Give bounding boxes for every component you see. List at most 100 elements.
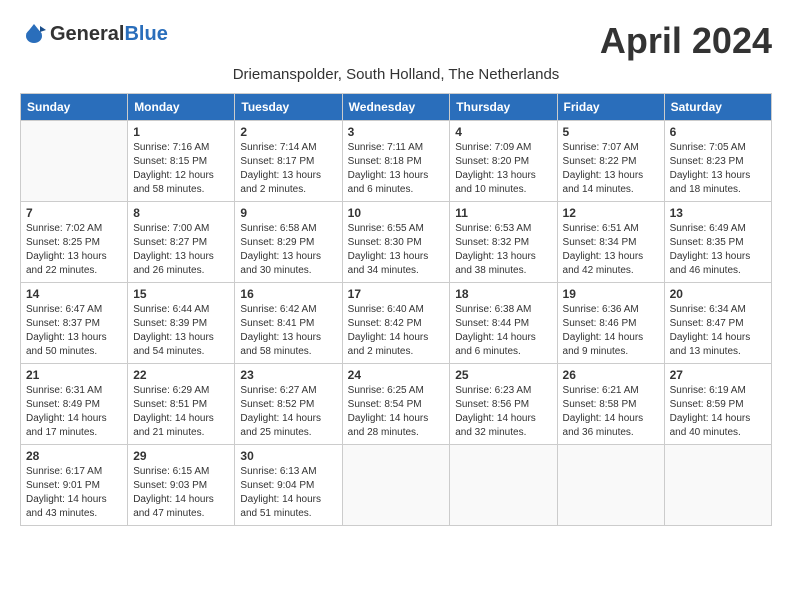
calendar-cell: 18 Sunrise: 6:38 AM Sunset: 8:44 PM Dayli… [450, 283, 557, 364]
day-info: Sunrise: 6:17 AM Sunset: 9:01 PM Dayligh… [26, 465, 122, 521]
calendar-cell: 22 Sunrise: 6:29 AM Sunset: 8:51 PM Dayli… [128, 364, 235, 445]
day-info: Sunrise: 6:38 AM Sunset: 8:44 PM Dayligh… [455, 303, 551, 359]
day-number: 19 [563, 287, 659, 301]
day-info: Sunrise: 6:44 AM Sunset: 8:39 PM Dayligh… [133, 303, 229, 359]
calendar-cell: 30 Sunrise: 6:13 AM Sunset: 9:04 PM Dayli… [235, 445, 342, 526]
day-info: Sunrise: 6:19 AM Sunset: 8:59 PM Dayligh… [670, 384, 766, 440]
day-number: 10 [348, 206, 445, 220]
calendar-cell: 23 Sunrise: 6:27 AM Sunset: 8:52 PM Dayli… [235, 364, 342, 445]
calendar-cell: 6 Sunrise: 7:05 AM Sunset: 8:23 PM Daylig… [664, 121, 771, 202]
day-info: Sunrise: 6:13 AM Sunset: 9:04 PM Dayligh… [240, 465, 336, 521]
calendar-cell: 11 Sunrise: 6:53 AM Sunset: 8:32 PM Dayli… [450, 202, 557, 283]
day-info: Sunrise: 6:25 AM Sunset: 8:54 PM Dayligh… [348, 384, 445, 440]
day-info: Sunrise: 6:27 AM Sunset: 8:52 PM Dayligh… [240, 384, 336, 440]
calendar-cell [342, 445, 450, 526]
day-info: Sunrise: 6:29 AM Sunset: 8:51 PM Dayligh… [133, 384, 229, 440]
day-info: Sunrise: 6:53 AM Sunset: 8:32 PM Dayligh… [455, 222, 551, 278]
logo-general-text: General [50, 23, 124, 46]
calendar-cell: 7 Sunrise: 7:02 AM Sunset: 8:25 PM Daylig… [21, 202, 128, 283]
calendar-cell [664, 445, 771, 526]
calendar-week-row: 28 Sunrise: 6:17 AM Sunset: 9:01 PM Dayli… [21, 445, 772, 526]
calendar-week-row: 21 Sunrise: 6:31 AM Sunset: 8:49 PM Dayli… [21, 364, 772, 445]
calendar-week-row: 7 Sunrise: 7:02 AM Sunset: 8:25 PM Daylig… [21, 202, 772, 283]
day-info: Sunrise: 7:02 AM Sunset: 8:25 PM Dayligh… [26, 222, 122, 278]
day-number: 12 [563, 206, 659, 220]
calendar-cell: 24 Sunrise: 6:25 AM Sunset: 8:54 PM Dayli… [342, 364, 450, 445]
weekday-header-saturday: Saturday [664, 94, 771, 121]
day-number: 20 [670, 287, 766, 301]
day-number: 9 [240, 206, 336, 220]
calendar-cell: 1 Sunrise: 7:16 AM Sunset: 8:15 PM Daylig… [128, 121, 235, 202]
day-number: 23 [240, 368, 336, 382]
day-number: 28 [26, 449, 122, 463]
calendar-cell: 2 Sunrise: 7:14 AM Sunset: 8:17 PM Daylig… [235, 121, 342, 202]
day-number: 25 [455, 368, 551, 382]
day-info: Sunrise: 6:55 AM Sunset: 8:30 PM Dayligh… [348, 222, 445, 278]
weekday-header-thursday: Thursday [450, 94, 557, 121]
day-info: Sunrise: 6:51 AM Sunset: 8:34 PM Dayligh… [563, 222, 659, 278]
calendar-cell [450, 445, 557, 526]
day-info: Sunrise: 6:40 AM Sunset: 8:42 PM Dayligh… [348, 303, 445, 359]
calendar-cell: 4 Sunrise: 7:09 AM Sunset: 8:20 PM Daylig… [450, 121, 557, 202]
logo-icon [20, 20, 48, 48]
day-info: Sunrise: 7:14 AM Sunset: 8:17 PM Dayligh… [240, 141, 336, 197]
day-number: 4 [455, 125, 551, 139]
day-number: 1 [133, 125, 229, 139]
day-info: Sunrise: 7:05 AM Sunset: 8:23 PM Dayligh… [670, 141, 766, 197]
calendar-cell: 20 Sunrise: 6:34 AM Sunset: 8:47 PM Dayli… [664, 283, 771, 364]
weekday-header-friday: Friday [557, 94, 664, 121]
day-info: Sunrise: 6:58 AM Sunset: 8:29 PM Dayligh… [240, 222, 336, 278]
day-info: Sunrise: 7:16 AM Sunset: 8:15 PM Dayligh… [133, 141, 229, 197]
day-number: 22 [133, 368, 229, 382]
calendar-cell: 17 Sunrise: 6:40 AM Sunset: 8:42 PM Dayli… [342, 283, 450, 364]
calendar-cell: 10 Sunrise: 6:55 AM Sunset: 8:30 PM Dayli… [342, 202, 450, 283]
calendar-cell: 12 Sunrise: 6:51 AM Sunset: 8:34 PM Dayli… [557, 202, 664, 283]
day-number: 30 [240, 449, 336, 463]
calendar-cell [557, 445, 664, 526]
calendar-cell: 28 Sunrise: 6:17 AM Sunset: 9:01 PM Dayli… [21, 445, 128, 526]
weekday-header-monday: Monday [128, 94, 235, 121]
calendar-week-row: 1 Sunrise: 7:16 AM Sunset: 8:15 PM Daylig… [21, 121, 772, 202]
calendar-header-row: SundayMondayTuesdayWednesdayThursdayFrid… [21, 94, 772, 121]
day-info: Sunrise: 6:47 AM Sunset: 8:37 PM Dayligh… [26, 303, 122, 359]
calendar-cell: 8 Sunrise: 7:00 AM Sunset: 8:27 PM Daylig… [128, 202, 235, 283]
weekday-header-sunday: Sunday [21, 94, 128, 121]
weekday-header-wednesday: Wednesday [342, 94, 450, 121]
day-number: 24 [348, 368, 445, 382]
calendar-cell: 14 Sunrise: 6:47 AM Sunset: 8:37 PM Dayli… [21, 283, 128, 364]
weekday-header-tuesday: Tuesday [235, 94, 342, 121]
day-number: 3 [348, 125, 445, 139]
day-number: 26 [563, 368, 659, 382]
logo: GeneralBlue [20, 20, 168, 48]
subtitle: Driemanspolder, South Holland, The Nethe… [20, 66, 772, 83]
calendar-cell: 13 Sunrise: 6:49 AM Sunset: 8:35 PM Dayli… [664, 202, 771, 283]
header: GeneralBlue April 2024 [20, 20, 772, 62]
day-number: 14 [26, 287, 122, 301]
day-number: 17 [348, 287, 445, 301]
day-info: Sunrise: 6:21 AM Sunset: 8:58 PM Dayligh… [563, 384, 659, 440]
day-info: Sunrise: 6:31 AM Sunset: 8:49 PM Dayligh… [26, 384, 122, 440]
day-number: 15 [133, 287, 229, 301]
calendar-cell: 25 Sunrise: 6:23 AM Sunset: 8:56 PM Dayli… [450, 364, 557, 445]
day-number: 5 [563, 125, 659, 139]
calendar-cell: 21 Sunrise: 6:31 AM Sunset: 8:49 PM Dayli… [21, 364, 128, 445]
day-info: Sunrise: 6:23 AM Sunset: 8:56 PM Dayligh… [455, 384, 551, 440]
day-number: 8 [133, 206, 229, 220]
day-number: 7 [26, 206, 122, 220]
day-number: 6 [670, 125, 766, 139]
day-info: Sunrise: 6:34 AM Sunset: 8:47 PM Dayligh… [670, 303, 766, 359]
day-info: Sunrise: 7:09 AM Sunset: 8:20 PM Dayligh… [455, 141, 551, 197]
day-info: Sunrise: 6:36 AM Sunset: 8:46 PM Dayligh… [563, 303, 659, 359]
day-info: Sunrise: 6:49 AM Sunset: 8:35 PM Dayligh… [670, 222, 766, 278]
day-number: 13 [670, 206, 766, 220]
day-info: Sunrise: 7:07 AM Sunset: 8:22 PM Dayligh… [563, 141, 659, 197]
day-number: 18 [455, 287, 551, 301]
logo-blue-text: Blue [124, 23, 167, 46]
day-number: 2 [240, 125, 336, 139]
day-info: Sunrise: 7:00 AM Sunset: 8:27 PM Dayligh… [133, 222, 229, 278]
calendar-cell: 19 Sunrise: 6:36 AM Sunset: 8:46 PM Dayli… [557, 283, 664, 364]
day-number: 11 [455, 206, 551, 220]
day-info: Sunrise: 7:11 AM Sunset: 8:18 PM Dayligh… [348, 141, 445, 197]
calendar-cell: 16Sunrise: 6:42 AM Sunset: 8:41 PM Dayli… [235, 283, 342, 364]
day-number: 21 [26, 368, 122, 382]
